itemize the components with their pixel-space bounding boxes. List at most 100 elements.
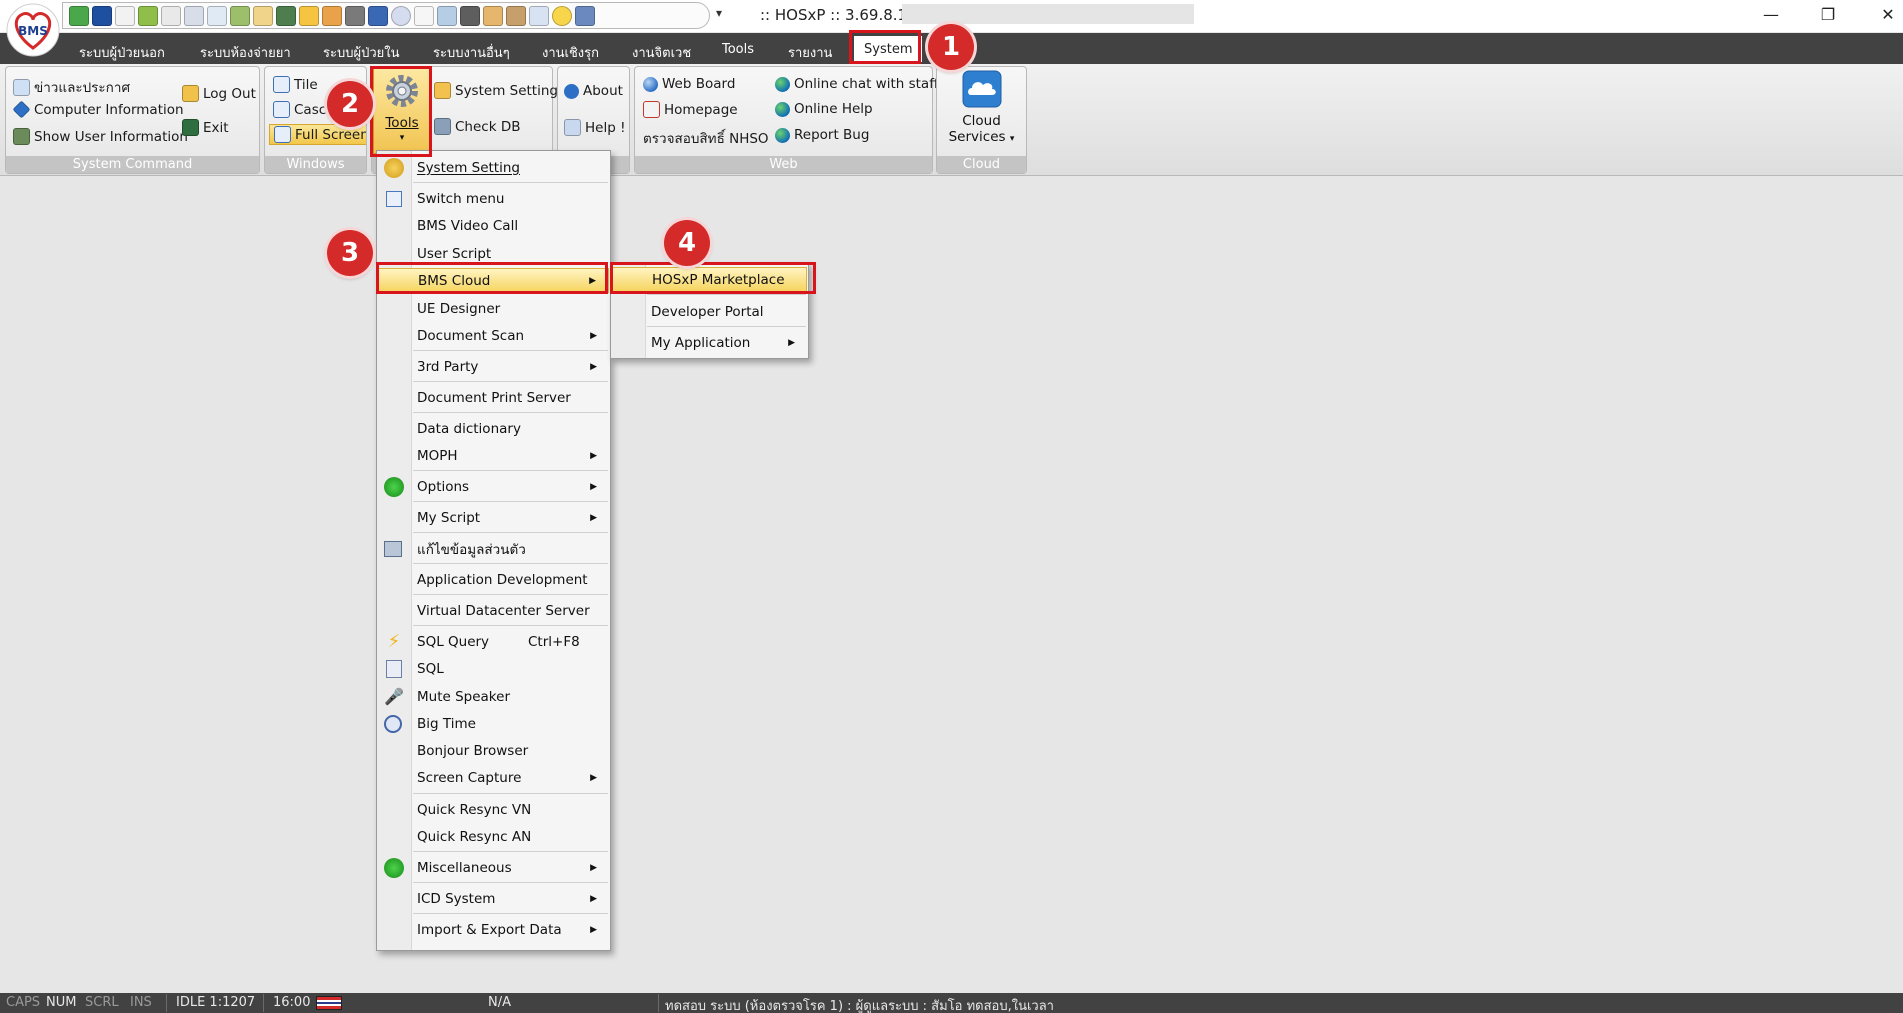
edit-icon[interactable] (161, 5, 181, 26)
nhso-check-button[interactable]: ตรวจสอบสิทธิ์ NHSO (643, 127, 769, 149)
tab-tools[interactable]: Tools (722, 42, 754, 57)
menu-item-import-export-data[interactable]: Import & Export Data ▶ (378, 917, 609, 942)
chart-icon[interactable] (437, 5, 457, 26)
page-icon[interactable] (207, 5, 227, 26)
form-icon[interactable] (184, 5, 204, 26)
list-icon[interactable] (345, 5, 365, 26)
bms-logo[interactable]: BMS (4, 2, 62, 58)
menu-item-sql-query[interactable]: ⚡ SQL Query Ctrl+F8 (378, 629, 609, 654)
menu-item-miscellaneous[interactable]: Miscellaneous ▶ (378, 855, 609, 880)
menu-item-application-development[interactable]: Application Development (378, 567, 609, 592)
menu-item-system-setting[interactable]: System Setting (378, 155, 609, 180)
step-badge-1: 1 (928, 24, 974, 70)
menu-item-mute-speaker[interactable]: 🎤 Mute Speaker (378, 684, 609, 709)
tab-pharmacy[interactable]: ระบบห้องจ่ายยา (200, 42, 291, 63)
menu-item-data-dictionary[interactable]: Data dictionary (378, 416, 609, 441)
play-icon[interactable] (92, 5, 112, 26)
menu-item-document-scan[interactable]: Document Scan ▶ (378, 323, 609, 348)
menu-separator (413, 851, 608, 852)
homepage-button[interactable]: Homepage (643, 101, 738, 118)
menu-item-ue-designer[interactable]: UE Designer (378, 296, 609, 321)
qat-customize-dropdown[interactable]: ▾ (716, 6, 722, 20)
close-button[interactable]: ✕ (1868, 2, 1903, 28)
menu-item-moph[interactable]: MOPH ▶ (378, 443, 609, 468)
menu-label: Bonjour Browser (417, 742, 529, 759)
monitor-icon[interactable] (368, 5, 388, 26)
menu-item-quick-resync-vn[interactable]: Quick Resync VN (378, 797, 609, 822)
highlight-bms-cloud-item (376, 262, 608, 294)
tab-psychiatry[interactable]: งานจิตเวช (632, 42, 691, 63)
restore-button[interactable]: ❐ (1808, 2, 1848, 28)
online-help-button[interactable]: Online Help (775, 101, 873, 117)
web-board-button[interactable]: Web Board (643, 76, 735, 92)
menu-separator (647, 326, 806, 327)
grid-icon[interactable] (253, 5, 273, 26)
tab-ipd[interactable]: ระบบผู้ป่วยใน (323, 42, 400, 63)
menu-item-options[interactable]: Options ▶ (378, 474, 609, 499)
clock-icon[interactable] (391, 5, 411, 26)
menu-item-developer-portal[interactable]: Developer Portal (612, 299, 807, 324)
exit-button[interactable]: Exit (182, 119, 229, 136)
about-button[interactable]: About (564, 83, 623, 99)
user-icon[interactable] (322, 5, 342, 26)
menu-item-my-script[interactable]: My Script ▶ (378, 505, 609, 530)
photo-icon[interactable] (575, 5, 595, 26)
cloud-services-button[interactable]: Cloud Services ▾ (936, 66, 1027, 154)
tab-proactive[interactable]: งานเชิงรุก (542, 42, 599, 63)
database-check-icon (434, 118, 451, 135)
menu-label: ICD System (417, 890, 496, 907)
show-user-information-button[interactable]: Show User Information (13, 128, 188, 145)
report-bug-button[interactable]: Report Bug (775, 127, 869, 143)
log-out-button[interactable]: Log Out (182, 85, 256, 102)
menu-item-virtual-datacenter-server[interactable]: Virtual Datacenter Server (378, 598, 609, 623)
help-button[interactable]: Help ! (564, 119, 625, 136)
menu-item-switch-menu[interactable]: Switch menu (378, 186, 609, 211)
cloud-services-label-line2-text: Services (948, 129, 1006, 145)
menu-separator (413, 532, 608, 533)
menu-label: Document Print Server (417, 389, 571, 406)
tab-opd[interactable]: ระบบผู้ป่วยนอก (79, 42, 165, 63)
menu-item-document-print-server[interactable]: Document Print Server (378, 385, 609, 410)
tab-other-systems[interactable]: ระบบงานอื่นๆ (433, 42, 510, 63)
smiley-icon[interactable] (552, 5, 572, 26)
key-icon (182, 85, 199, 102)
window-icon[interactable] (460, 5, 480, 26)
menu-item-edit-profile[interactable]: แก้ไขข้อมูลส่วนตัว (378, 536, 609, 561)
step-badge-3: 3 (327, 230, 373, 276)
menu-item-bonjour-browser[interactable]: Bonjour Browser (378, 738, 609, 763)
computer-information-button[interactable]: Computer Information (12, 100, 184, 119)
menu-item-3rd-party[interactable]: 3rd Party ▶ (378, 354, 609, 379)
document-icon[interactable] (115, 5, 135, 26)
box-icon[interactable] (230, 5, 250, 26)
menu-item-icd-system[interactable]: ICD System ▶ (378, 886, 609, 911)
menu-item-my-application[interactable]: My Application ▶ (612, 330, 807, 355)
pen-user-icon[interactable] (138, 5, 158, 26)
minimize-button[interactable]: — (1751, 2, 1791, 28)
menu-item-screen-capture[interactable]: Screen Capture ▶ (378, 765, 609, 790)
submenu-arrow-icon: ▶ (590, 862, 597, 873)
system-setting-ribbon-button[interactable]: System Setting (434, 82, 558, 99)
menu-separator (647, 294, 806, 295)
id-card-icon[interactable] (483, 5, 503, 26)
full-screen-button[interactable]: Full Screen (269, 124, 366, 145)
check-db-button[interactable]: Check DB (434, 118, 520, 135)
highlight-system-tab (849, 30, 921, 64)
screen-icon[interactable] (276, 5, 296, 26)
menu-item-sql[interactable]: SQL (378, 656, 609, 681)
news-icon (13, 78, 30, 96)
full-screen-icon (274, 126, 291, 143)
menu-item-quick-resync-an[interactable]: Quick Resync AN (378, 824, 609, 849)
menu-item-bms-video-call[interactable]: BMS Video Call (378, 213, 609, 238)
menu-label: User Script (417, 245, 492, 262)
tab-reports[interactable]: รายงาน (788, 42, 832, 63)
lightning-icon[interactable] (299, 5, 319, 26)
menu-item-big-time[interactable]: Big Time (378, 711, 609, 736)
online-chat-button[interactable]: Online chat with staff (775, 76, 939, 92)
menu-label: UE Designer (417, 300, 501, 317)
home-icon[interactable] (414, 5, 434, 26)
person-icon[interactable] (506, 5, 526, 26)
add-patient-icon[interactable] (69, 5, 89, 26)
export-icon[interactable] (529, 5, 549, 26)
tile-button[interactable]: Tile (273, 76, 318, 93)
news-button[interactable]: ข่าวและประกาศ (13, 76, 130, 98)
